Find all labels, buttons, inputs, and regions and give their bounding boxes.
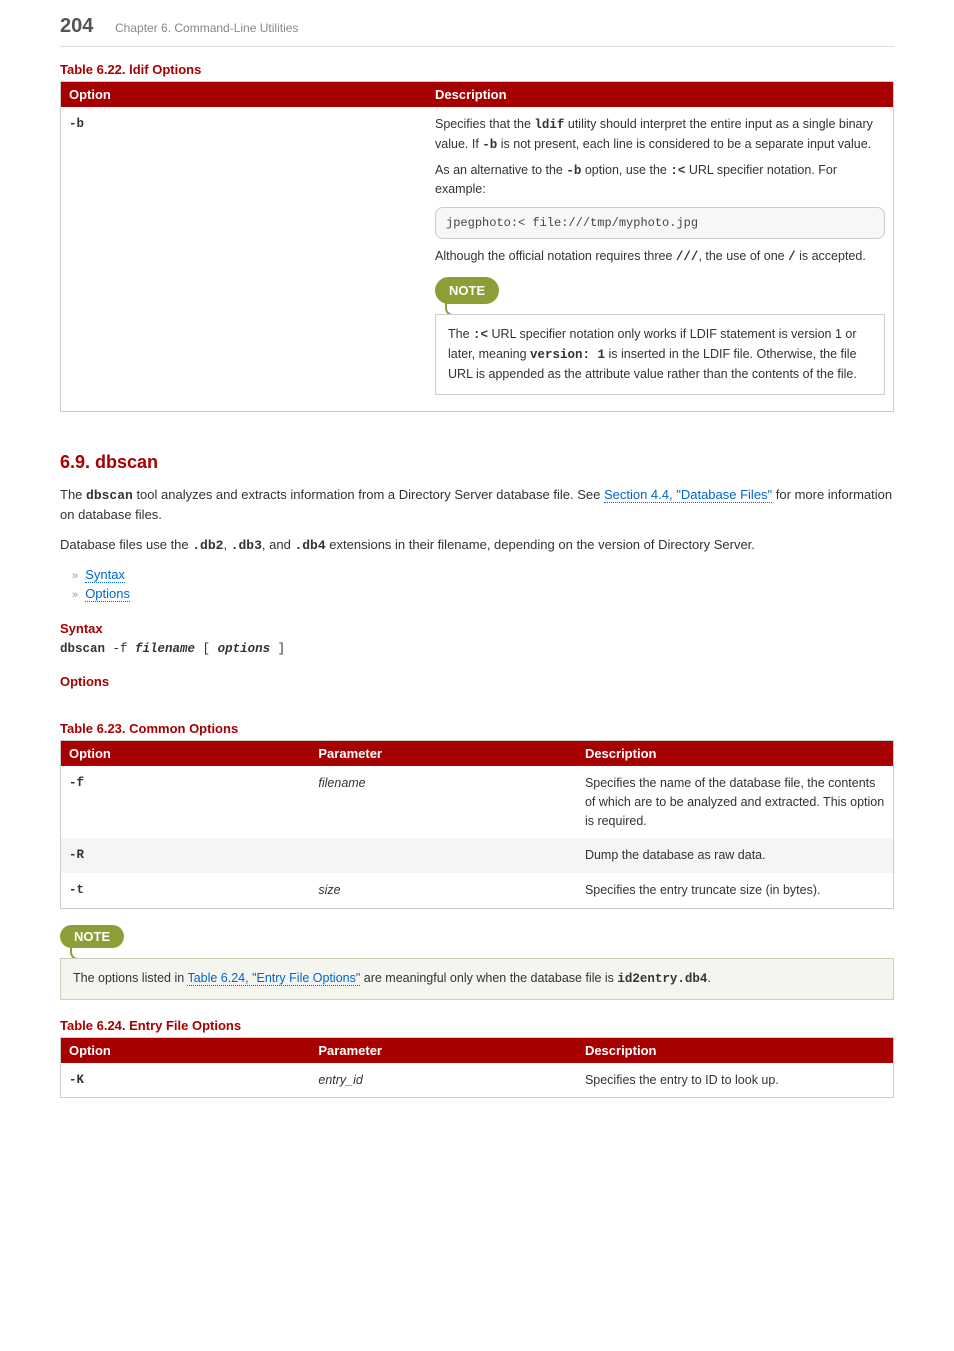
options-heading: Options — [60, 674, 894, 689]
code-inline: .db4 — [294, 538, 325, 553]
code-inline: version: 1 — [530, 348, 605, 362]
table-header-row: Option Parameter Description — [61, 1037, 894, 1063]
desc-text: Specifies that the — [435, 117, 534, 131]
col-description: Description — [427, 82, 893, 108]
description-cell: Specifies the entry to ID to look up. — [577, 1063, 894, 1098]
code-inline: ldif — [534, 118, 564, 132]
table-row: -K entry_id Specifies the entry to ID to… — [61, 1063, 894, 1098]
code-inline: :< — [473, 328, 488, 342]
chapter-title: Chapter 6. Command-Line Utilities — [115, 21, 298, 35]
paragraph: The dbscan tool analyzes and extracts in… — [60, 485, 894, 525]
desc-text: Although the official notation requires … — [435, 249, 676, 263]
link-database-files[interactable]: Section 4.4, "Database Files" — [604, 487, 772, 503]
col-description: Description — [577, 741, 894, 767]
desc-text: option, use the — [581, 163, 670, 177]
syntax-bracket: ] — [270, 642, 285, 656]
text: , — [223, 537, 230, 552]
text: extensions in their filename, depending … — [326, 537, 755, 552]
desc-text: , the use of one — [698, 249, 788, 263]
parameter-cell: entry_id — [310, 1063, 577, 1098]
table-row: -R Dump the database as raw data. — [61, 838, 894, 873]
parameter-cell — [310, 838, 577, 873]
note-text: The — [448, 327, 473, 341]
col-option: Option — [61, 741, 311, 767]
option-cell: -K — [61, 1063, 311, 1098]
option-cell: -f — [61, 766, 311, 838]
syntax-bracket: [ — [195, 642, 218, 656]
table-header-row: Option Parameter Description — [61, 741, 894, 767]
code-inline: dbscan — [86, 488, 133, 503]
section-heading-69: 6.9. dbscan — [60, 452, 894, 473]
syntax-line: dbscan -f filename [ options ] — [60, 642, 894, 656]
option-cell: -b — [61, 107, 428, 411]
syntax-arg: filename — [135, 642, 195, 656]
code-inline: /// — [676, 250, 699, 264]
code-block: jpegphoto:< file:///tmp/myphoto.jpg — [435, 207, 885, 239]
code-inline: -b — [482, 138, 497, 152]
list-item: Syntax — [72, 565, 894, 584]
note-text: . — [707, 971, 710, 985]
nav-list: Syntax Options — [60, 565, 894, 603]
text: Database files use the — [60, 537, 192, 552]
description-cell: Dump the database as raw data. — [577, 838, 894, 873]
note-label: NOTE — [435, 277, 499, 305]
list-item: Options — [72, 584, 894, 603]
code-inline: -b — [566, 164, 581, 178]
description-cell: Specifies the entry truncate size (in by… — [577, 873, 894, 908]
text: The — [60, 487, 86, 502]
code-inline: id2entry.db4 — [617, 972, 707, 986]
desc-text: is not present, each line is considered … — [497, 137, 871, 151]
col-option: Option — [61, 1037, 311, 1063]
col-parameter: Parameter — [310, 741, 577, 767]
note-box: The :< URL specifier notation only works… — [435, 314, 885, 394]
description-cell: Specifies that the ldif utility should i… — [427, 107, 893, 411]
syntax-cmd: dbscan — [60, 642, 105, 656]
table-row: -t size Specifies the entry truncate siz… — [61, 873, 894, 908]
note-box: The options listed in Table 6.24, "Entry… — [60, 958, 894, 1000]
table-622: Option Description -b Specifies that the… — [60, 81, 894, 412]
syntax-arg: options — [218, 642, 271, 656]
note-text: The options listed in — [73, 971, 187, 985]
page-header: 204 Chapter 6. Command-Line Utilities — [60, 15, 894, 47]
code-inline: / — [788, 250, 796, 264]
desc-text: is accepted. — [796, 249, 866, 263]
col-description: Description — [577, 1037, 894, 1063]
code-inline: .db3 — [231, 538, 262, 553]
note-text: are meaningful only when the database fi… — [360, 971, 617, 985]
table-622-caption: Table 6.22. ldif Options — [60, 62, 894, 77]
table-row: -f filename Specifies the name of the da… — [61, 766, 894, 838]
syntax-heading: Syntax — [60, 621, 894, 636]
link-syntax[interactable]: Syntax — [85, 567, 125, 583]
col-parameter: Parameter — [310, 1037, 577, 1063]
option-cell: -t — [61, 873, 311, 908]
table-623-caption: Table 6.23. Common Options — [60, 721, 894, 736]
link-options[interactable]: Options — [85, 586, 130, 602]
code-inline: .db2 — [192, 538, 223, 553]
syntax-flag: -f — [105, 642, 135, 656]
description-cell: Specifies the name of the database file,… — [577, 766, 894, 838]
paragraph: Database files use the .db2, .db3, and .… — [60, 535, 894, 556]
parameter-cell: filename — [310, 766, 577, 838]
table-header-row: Option Description — [61, 82, 894, 108]
col-option: Option — [61, 82, 428, 108]
link-table-624[interactable]: Table 6.24, "Entry File Options" — [187, 971, 360, 986]
code-inline: :< — [670, 164, 685, 178]
table-624: Option Parameter Description -K entry_id… — [60, 1037, 894, 1099]
note-label: NOTE — [60, 925, 124, 948]
table-624-caption: Table 6.24. Entry File Options — [60, 1018, 894, 1033]
parameter-cell: size — [310, 873, 577, 908]
text: , and — [262, 537, 295, 552]
option-cell: -R — [61, 838, 311, 873]
text: tool analyzes and extracts information f… — [133, 487, 604, 502]
desc-text: As an alternative to the — [435, 163, 566, 177]
table-623: Option Parameter Description -f filename… — [60, 740, 894, 909]
table-row: -b Specifies that the ldif utility shoul… — [61, 107, 894, 411]
page-number: 204 — [60, 15, 93, 37]
